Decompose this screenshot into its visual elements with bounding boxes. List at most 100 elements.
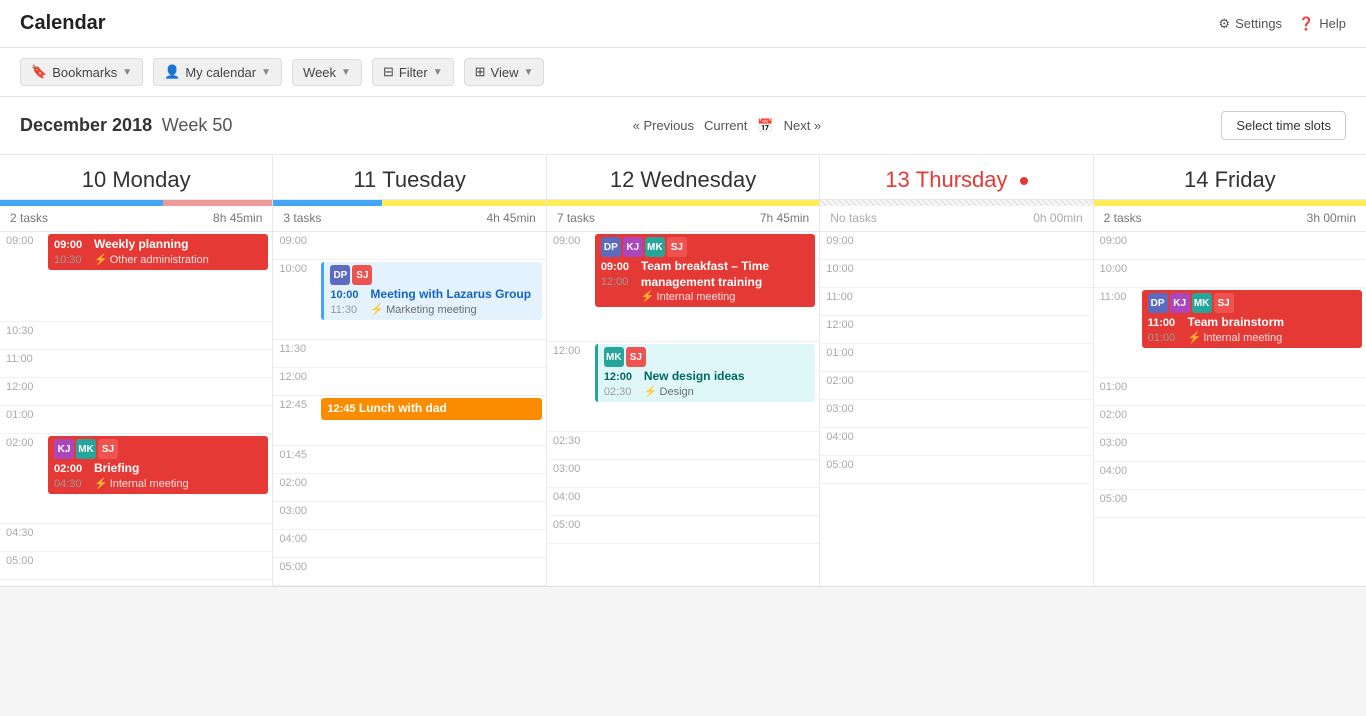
time-label: 02:00 [273, 474, 317, 501]
time-label: 05:00 [547, 516, 591, 543]
time-slot: 09:00 [273, 232, 545, 260]
time-label: 03:00 [820, 400, 864, 427]
time-label: 04:00 [820, 428, 864, 455]
time-label: 04:00 [273, 530, 317, 557]
avatar-kj: KJ [1170, 293, 1190, 313]
time-slot: 04:30 [0, 524, 272, 552]
day-col-monday: 10 Monday 2 tasks 8h 45min 09:00 09:00 [0, 155, 273, 586]
time-slot: 01:00 [0, 406, 272, 434]
time-label: 10:00 [820, 260, 864, 287]
next-button[interactable]: Next » [784, 118, 822, 133]
time-label: 12:00 [273, 368, 317, 395]
time-slot: 01:00 [820, 344, 1092, 372]
time-slot: 02:30 [547, 432, 819, 460]
time-slot: 05:00 [0, 552, 272, 580]
view-icon: ⊞ [475, 64, 486, 80]
event-weekly-planning[interactable]: 09:00 10:30 Weekly planning ⚡Other admin… [48, 234, 268, 270]
chevron-down-icon: ▼ [122, 67, 132, 78]
time-slot: 11:00 [820, 288, 1092, 316]
avatar-kj: KJ [623, 237, 643, 257]
bookmarks-button[interactable]: 🔖 Bookmarks ▼ [20, 58, 143, 86]
time-slot: 02:00 KJ MK SJ 02:00 04:30 [0, 434, 272, 524]
time-slot: 03:00 [1094, 434, 1366, 462]
slot-content[interactable]: DP SJ 10:00 11:30 Meeting with Lazarus G… [317, 260, 545, 339]
slot-content[interactable]: 09:00 10:30 Weekly planning ⚡Other admin… [44, 232, 272, 321]
time-label: 01:00 [0, 406, 44, 433]
time-label: 02:00 [820, 372, 864, 399]
time-slot: 02:00 [1094, 406, 1366, 434]
time-slot: 11:00 DP KJ MK SJ 11:00 [1094, 288, 1366, 378]
time-slots-tuesday: 09:00 10:00 DP SJ 10:00 [273, 232, 545, 586]
prev-button[interactable]: « Previous [633, 118, 694, 133]
time-slots-monday: 09:00 09:00 10:30 Weekly planning ⚡Oth [0, 232, 272, 580]
time-label: 03:00 [1094, 434, 1138, 461]
avatar-dp: DP [1148, 293, 1168, 313]
event-lunch-dad[interactable]: 12:45 Lunch with dad [321, 398, 541, 420]
event-meeting-lazarus[interactable]: DP SJ 10:00 11:30 Meeting with Lazarus G… [321, 262, 541, 320]
toolbar: 🔖 Bookmarks ▼ 👤 My calendar ▼ Week ▼ ⊟ F… [0, 48, 1366, 97]
avatar-mk: MK [1192, 293, 1212, 313]
my-calendar-button[interactable]: 👤 My calendar ▼ [153, 58, 282, 86]
select-time-slots-button[interactable]: Select time slots [1221, 111, 1346, 140]
app-header: Calendar ⚙ Settings ❓ Help [0, 0, 1366, 48]
settings-button[interactable]: ⚙ Settings [1218, 16, 1282, 32]
days-grid: 10 Monday 2 tasks 8h 45min 09:00 09:00 [0, 155, 1366, 587]
app-title: Calendar [20, 12, 106, 35]
time-label: 01:00 [820, 344, 864, 371]
time-slot: 10:00 DP SJ 10:00 11:30 [273, 260, 545, 340]
day-col-friday: 14 Friday 2 tasks 3h 00min 09:00 10:00 1… [1094, 155, 1366, 586]
time-slot: 03:00 [547, 460, 819, 488]
help-button[interactable]: ❓ Help [1298, 16, 1346, 32]
time-label: 03:00 [273, 502, 317, 529]
day-col-tuesday: 11 Tuesday 3 tasks 4h 45min 09:00 10:00 … [273, 155, 546, 586]
time-slot: 02:00 [820, 372, 1092, 400]
week-button[interactable]: Week ▼ [292, 59, 362, 86]
time-label: 02:30 [547, 432, 591, 459]
slot-content[interactable]: 12:45 Lunch with dad [317, 396, 545, 445]
time-slot: 05:00 [547, 516, 819, 544]
time-slot: 04:00 [820, 428, 1092, 456]
avatar-sj: SJ [667, 237, 687, 257]
event-team-breakfast[interactable]: DP KJ MK SJ 09:00 12:00 [595, 234, 815, 307]
day-header-thursday: 13 Thursday [820, 155, 1092, 200]
time-slot: 03:00 [820, 400, 1092, 428]
event-new-design-ideas[interactable]: MK SJ 12:00 02:30 New design ideas [595, 344, 815, 402]
avatar-mk: MK [76, 439, 96, 459]
avatar-sj: SJ [626, 347, 646, 367]
time-slot: 12:00 [273, 368, 545, 396]
time-label: 02:00 [1094, 406, 1138, 433]
person-icon: 👤 [164, 64, 180, 80]
day-stats-monday: 2 tasks 8h 45min [0, 206, 272, 232]
time-label: 05:00 [1094, 490, 1138, 517]
time-label: 02:00 [0, 434, 44, 523]
slot-content[interactable]: DP KJ MK SJ 11:00 01:00 [1138, 288, 1366, 377]
time-slot: 10:00 [1094, 260, 1366, 288]
filter-button[interactable]: ⊟ Filter ▼ [372, 58, 454, 86]
chevron-down-icon: ▼ [433, 67, 443, 78]
current-button[interactable]: Current [704, 118, 747, 133]
time-label: 12:00 [547, 342, 591, 431]
time-slot: 12:45 12:45 Lunch with dad [273, 396, 545, 446]
time-label: 10:00 [273, 260, 317, 339]
time-slot: 09:00 [820, 232, 1092, 260]
slot-content[interactable]: MK SJ 12:00 02:30 New design ideas [591, 342, 819, 431]
time-slot: 05:00 [820, 456, 1092, 484]
chevron-down-icon: ▼ [524, 67, 534, 78]
event-briefing[interactable]: KJ MK SJ 02:00 04:30 Briefing [48, 436, 268, 494]
event-team-brainstorm[interactable]: DP KJ MK SJ 11:00 01:00 [1142, 290, 1362, 348]
time-label: 04:30 [0, 524, 44, 551]
time-slot: 01:00 [1094, 378, 1366, 406]
time-slot: 12:00 [0, 378, 272, 406]
slot-content[interactable]: KJ MK SJ 02:00 04:30 Briefing [44, 434, 272, 523]
avatar-mk: MK [645, 237, 665, 257]
slot-content[interactable]: DP KJ MK SJ 09:00 12:00 [591, 232, 819, 341]
view-button[interactable]: ⊞ View ▼ [464, 58, 545, 86]
day-stats-tuesday: 3 tasks 4h 45min [273, 206, 545, 232]
bookmark-icon: 🔖 [31, 64, 47, 80]
today-dot [1020, 177, 1028, 185]
calendar-icon-button[interactable]: 📅 [757, 118, 773, 134]
time-label: 11:00 [0, 350, 44, 377]
time-label: 09:00 [1094, 232, 1138, 259]
time-slot: 09:00 [1094, 232, 1366, 260]
time-label: 09:00 [273, 232, 317, 259]
